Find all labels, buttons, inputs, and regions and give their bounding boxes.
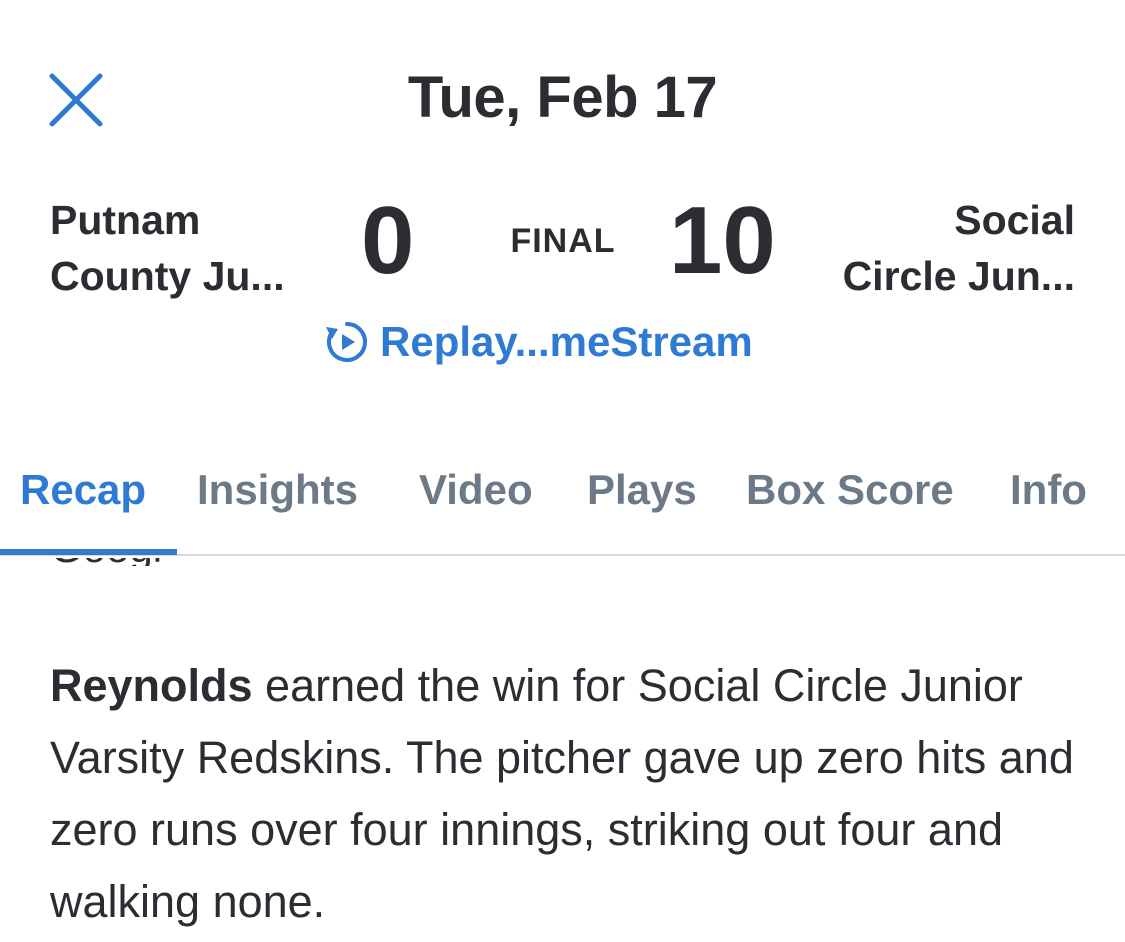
home-team-score: 10	[669, 187, 776, 294]
tab-plays[interactable]: Plays	[587, 466, 697, 514]
home-team-name[interactable]: Social Circle Jun...	[843, 192, 1075, 304]
tab-bar: Recap Insights Video Plays Box Score Inf…	[0, 440, 1125, 556]
scrolled-text-fragment: Google	[50, 558, 160, 566]
replay-label: Replay...meStream	[380, 318, 753, 365]
scrolled-text-fragment-text: Google	[50, 558, 160, 566]
recap-paragraph: Reynolds earned the win for Social Circl…	[50, 650, 1100, 938]
replay-link[interactable]: Replay...meStream	[324, 318, 753, 366]
tab-recap[interactable]: Recap	[20, 466, 146, 514]
home-team-name-line1: Social	[954, 197, 1075, 243]
active-tab-indicator	[0, 549, 177, 555]
page-title: Tue, Feb 17	[407, 65, 718, 130]
away-team-name[interactable]: Putnam County Ju...	[50, 192, 285, 304]
recap-player-name[interactable]: Reynolds	[50, 660, 253, 711]
game-recap-screen: Tue, Feb 17 Putnam County Ju... 0 FINAL …	[0, 0, 1125, 942]
tab-video[interactable]: Video	[419, 466, 533, 514]
tab-info[interactable]: Info	[1010, 466, 1087, 514]
tab-insights[interactable]: Insights	[197, 466, 358, 514]
away-team-score: 0	[361, 187, 415, 294]
tab-box-score[interactable]: Box Score	[746, 466, 954, 514]
away-team-name-line1: Putnam	[50, 197, 201, 243]
game-status: FINAL	[510, 222, 616, 260]
replay-play-icon	[324, 319, 370, 365]
home-team-name-line2: Circle Jun...	[842, 253, 1075, 299]
away-team-name-line2: County Ju...	[50, 253, 285, 299]
